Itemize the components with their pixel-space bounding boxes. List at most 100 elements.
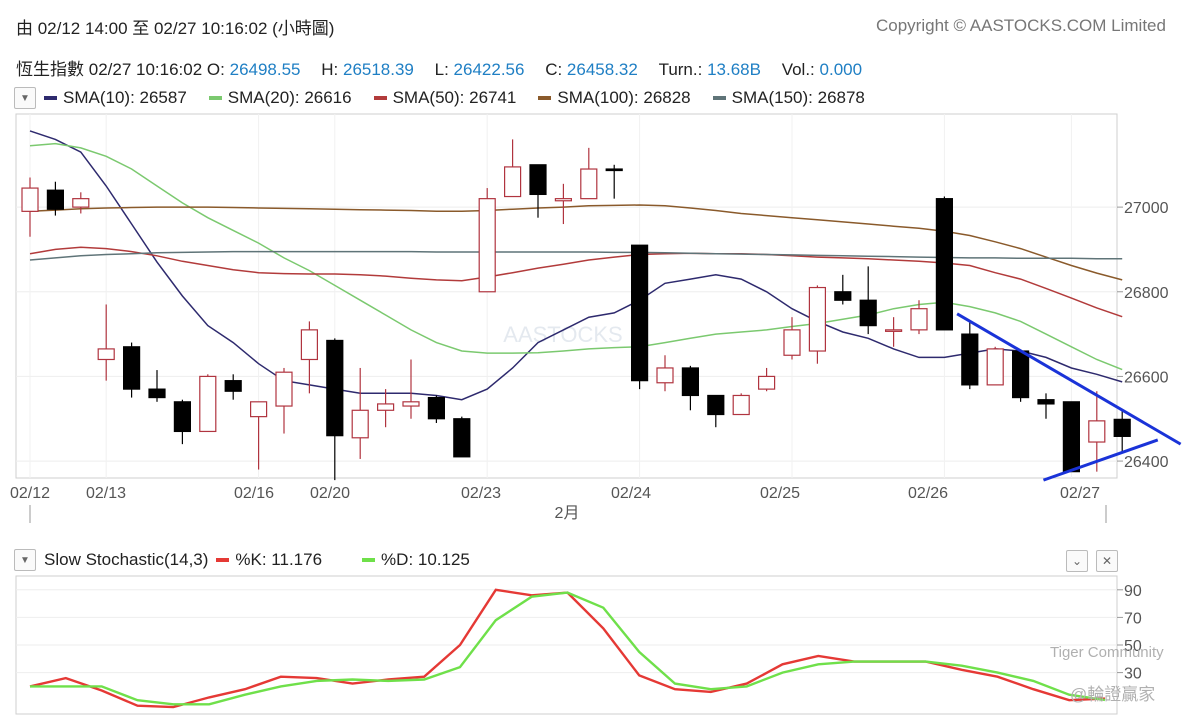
- candle: [1062, 401, 1081, 473]
- candle-body: [224, 380, 242, 392]
- month-label: 2月: [555, 505, 580, 522]
- candle: [986, 346, 1004, 386]
- candle-body: [732, 394, 750, 416]
- y-tick-label: 70: [1124, 610, 1142, 627]
- candle-body: [377, 403, 395, 411]
- tiger-watermark: Tiger Community: [1050, 644, 1164, 661]
- legend-swatch: [712, 96, 726, 100]
- candle: [478, 188, 496, 293]
- candle-body: [250, 401, 268, 418]
- candle-body: [199, 375, 217, 433]
- close-value: 26458.32: [566, 60, 638, 79]
- legend-label: SMA(10): 26587: [63, 88, 187, 107]
- y-tick-label: 90: [1124, 583, 1142, 600]
- legend-label: SMA(20): 26616: [227, 88, 352, 107]
- low-value: 26422.56: [453, 60, 525, 79]
- candle-body: [859, 299, 877, 327]
- price-chart[interactable]: AASTOCKS 26400 26600 26800 27000 02/12 02/13 0…: [0, 110, 1196, 530]
- candle: [122, 342, 141, 398]
- k-label: %K: 11.176: [235, 550, 323, 569]
- legend-swatch: [208, 96, 222, 100]
- candle-body: [478, 198, 496, 293]
- volume-value: 0.000: [819, 60, 863, 79]
- copyright-text: Copyright © AASTOCKS.COM Limited: [876, 16, 1166, 35]
- candle: [199, 374, 217, 433]
- candle-body: [1062, 401, 1081, 473]
- candle-body: [580, 168, 598, 200]
- candle-body: [122, 346, 141, 390]
- high-label: H:: [321, 60, 339, 79]
- candle-body: [529, 164, 547, 196]
- candle-body: [97, 348, 115, 361]
- x-tick-label: 02/12: [10, 485, 50, 502]
- candle-body: [783, 329, 801, 356]
- candle-body: [275, 371, 293, 407]
- close-icon[interactable]: ✕: [1096, 550, 1118, 572]
- candle-body: [402, 401, 420, 407]
- candle-body: [46, 189, 65, 210]
- x-tick-label: 02/24: [611, 485, 651, 502]
- legend-label: SMA(150): 26878: [731, 88, 865, 107]
- candle-body: [326, 339, 344, 437]
- candle: [453, 416, 471, 458]
- candle-body: [148, 388, 166, 399]
- legend-swatch-k: [216, 558, 230, 562]
- candle: [732, 393, 750, 416]
- low-label: L:: [434, 60, 449, 79]
- candle-body: [554, 198, 573, 202]
- stochastic-axes: 30507090: [1117, 583, 1142, 683]
- stochastic-chart[interactable]: 30507090: [0, 572, 1196, 718]
- y-tick-label: 27000: [1124, 200, 1169, 217]
- candle-body: [72, 198, 90, 208]
- candle-body: [504, 166, 522, 198]
- candle: [630, 244, 649, 390]
- legend-sma50: SMA(50): 26741: [373, 88, 517, 108]
- candle-body: [681, 367, 700, 397]
- candle-body: [173, 401, 191, 433]
- index-name: 恆生指數: [16, 60, 84, 79]
- candle-body: [834, 291, 852, 301]
- y-tick-label: 26800: [1124, 285, 1169, 302]
- x-tick-label: 02/13: [86, 485, 126, 502]
- legend-sma150: SMA(150): 26878: [712, 88, 865, 108]
- x-tick-label: 02/27: [1060, 485, 1100, 502]
- sma-legend: ▼ SMA(10): 26587 SMA(20): 26616 SMA(50):…: [14, 87, 887, 109]
- open-label: O:: [206, 60, 225, 79]
- watermark-center: AASTOCKS: [503, 322, 622, 347]
- candle-body: [300, 329, 318, 361]
- open-value: 26498.55: [229, 60, 301, 79]
- date-range-label: 由 02/12 14:00 至 02/27 10:16:02 (小時圖): [16, 19, 335, 38]
- x-tick-label: 02/16: [234, 485, 274, 502]
- candle-body: [605, 168, 623, 172]
- legend-sma20: SMA(20): 26616: [208, 88, 352, 108]
- x-tick-label: 02/26: [908, 485, 948, 502]
- quote-datetime: 02/27 10:16:02: [88, 60, 203, 79]
- candle-body: [427, 396, 445, 420]
- candle: [427, 395, 445, 423]
- chevron-down-icon[interactable]: ▼: [14, 87, 36, 109]
- minimize-icon[interactable]: ⌄: [1066, 550, 1088, 572]
- candle-body: [961, 333, 979, 386]
- candle-body: [1037, 399, 1055, 405]
- candle-body: [707, 394, 725, 416]
- chevron-down-icon[interactable]: ▼: [14, 549, 36, 571]
- candle-body: [630, 244, 649, 382]
- stochastic-title: Slow Stochastic(14,3): [44, 550, 209, 569]
- volume-label: Vol.:: [781, 60, 815, 79]
- turnover-label: Turn.:: [658, 60, 703, 79]
- y-tick-label: 26400: [1124, 454, 1169, 471]
- candle-body: [935, 198, 954, 331]
- legend-swatch: [538, 96, 552, 100]
- legend-sma100: SMA(100): 26828: [538, 88, 691, 108]
- candle-body: [351, 409, 369, 439]
- candle-body: [453, 418, 471, 458]
- stochastic-legend: ▼ Slow Stochastic(14,3) %K: 11.176 %D: 1…: [14, 549, 470, 571]
- candle-body: [808, 286, 827, 352]
- turnover-value: 13.68B: [707, 60, 761, 79]
- y-tick-label: 26600: [1124, 369, 1169, 386]
- candle-body: [656, 367, 674, 384]
- legend-label: SMA(50): 26741: [392, 88, 517, 107]
- candle-body: [757, 375, 776, 390]
- legend-sma10: SMA(10): 26587: [44, 88, 187, 108]
- candle-body: [1113, 418, 1131, 437]
